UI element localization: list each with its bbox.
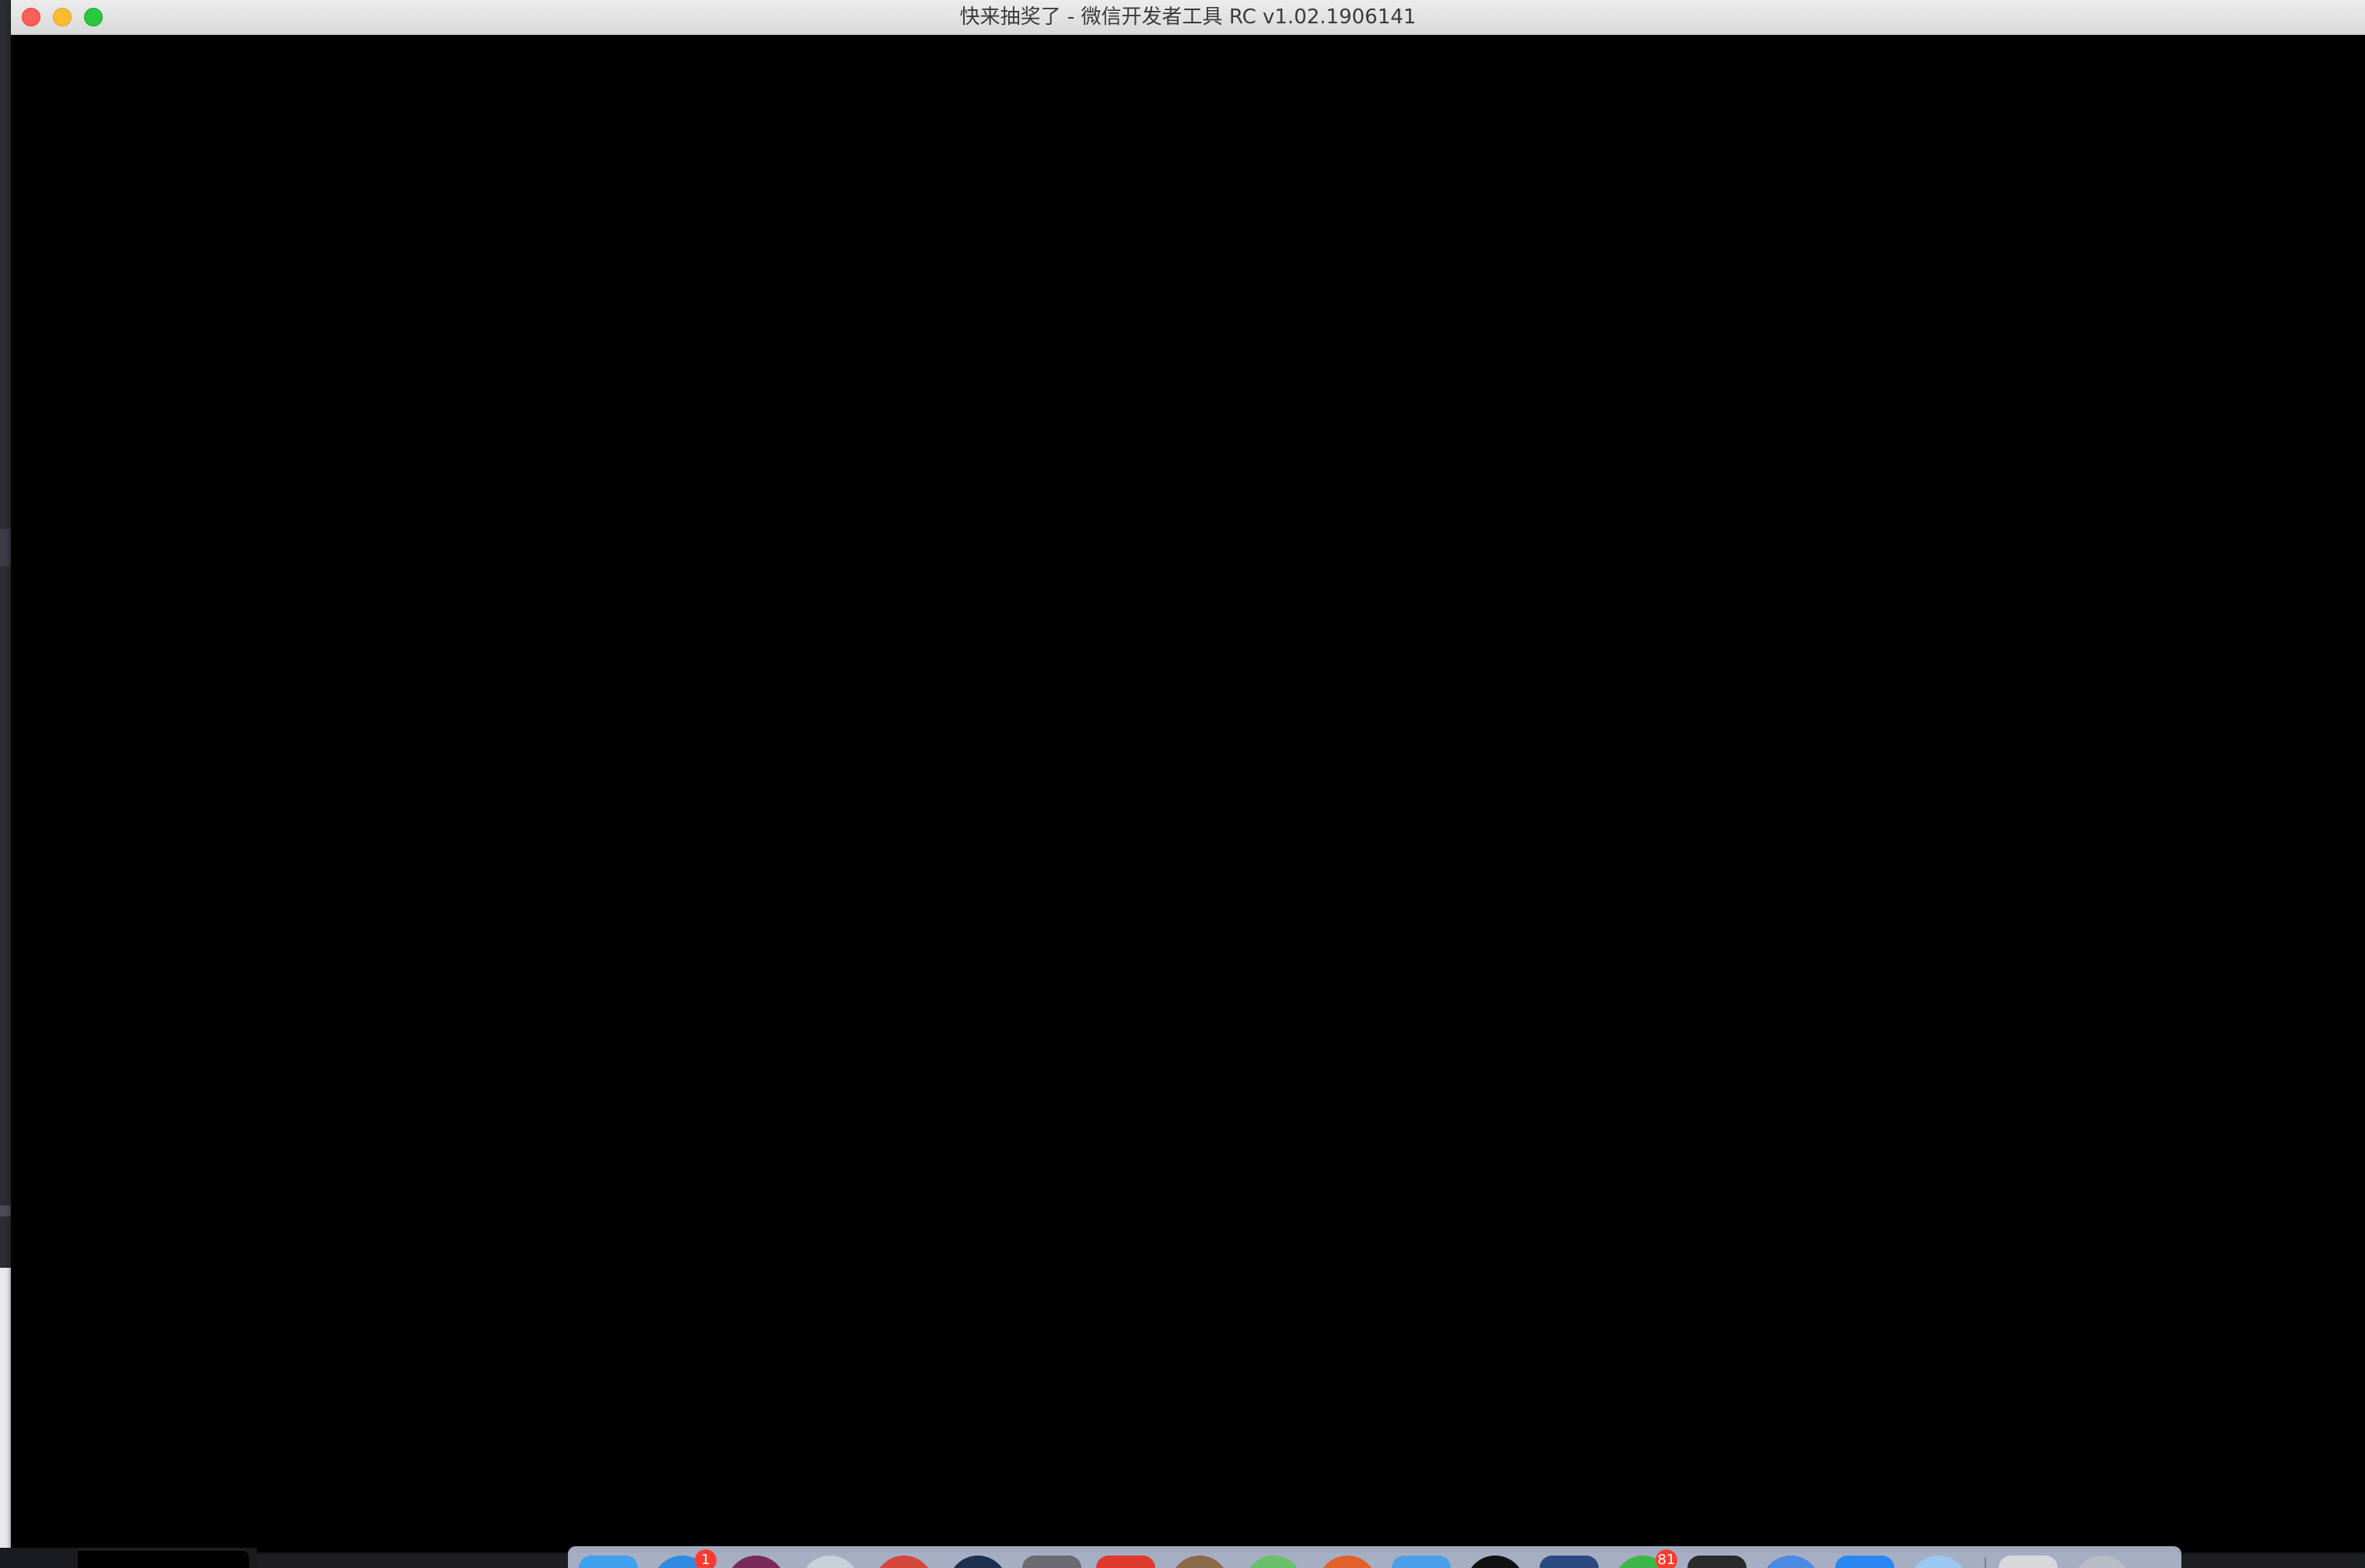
app-red-square-icon[interactable] xyxy=(1096,1556,1155,1568)
notification-badge: 81 xyxy=(1656,1549,1677,1568)
preview-icon[interactable] xyxy=(1999,1556,2058,1568)
app-red-icon[interactable] xyxy=(874,1556,934,1568)
app-green-icon[interactable] xyxy=(1244,1556,1303,1568)
app-gray-icon[interactable] xyxy=(1022,1556,1081,1568)
trash-icon[interactable] xyxy=(2072,1556,2132,1568)
app-light-blue-icon[interactable] xyxy=(1909,1556,1968,1568)
app-dark-circle-icon[interactable] xyxy=(948,1556,1007,1568)
dock: 1 81 xyxy=(568,1546,2181,1568)
terminal-icon[interactable] xyxy=(1687,1556,1747,1568)
window-content-area[interactable] xyxy=(11,35,2365,1552)
app-blue-arrow-icon[interactable] xyxy=(1761,1556,1820,1568)
app-orange-icon[interactable] xyxy=(1318,1556,1377,1568)
app-black-x-icon[interactable] xyxy=(1466,1556,1525,1568)
desktop-corner xyxy=(0,1548,257,1568)
background-window-edge xyxy=(0,0,11,1568)
app-light-icon[interactable] xyxy=(801,1556,860,1568)
app-store-icon[interactable] xyxy=(1835,1556,1894,1568)
app-window: 快来抽奖了 - 微信开发者工具 RC v1.02.1906141 xyxy=(11,0,2365,1552)
window-title: 快来抽奖了 - 微信开发者工具 RC v1.02.1906141 xyxy=(959,5,1417,29)
finder-icon[interactable] xyxy=(579,1556,638,1568)
app-purple-icon[interactable] xyxy=(727,1556,786,1568)
safari-icon[interactable]: 1 xyxy=(653,1549,717,1568)
app-blue-tools-icon[interactable] xyxy=(1540,1556,1599,1568)
desktop-screen: 快来抽奖了 - 微信开发者工具 RC v1.02.1906141 1 81 xyxy=(0,0,2365,1568)
notification-badge: 1 xyxy=(695,1549,717,1568)
window-titlebar[interactable]: 快来抽奖了 - 微信开发者工具 RC v1.02.1906141 xyxy=(11,0,2365,35)
dock-separator xyxy=(1985,1557,1986,1568)
app-stack-icon[interactable] xyxy=(1170,1556,1229,1568)
folder-icon[interactable] xyxy=(1392,1556,1451,1568)
wechat-icon[interactable]: 81 xyxy=(1613,1549,1677,1568)
